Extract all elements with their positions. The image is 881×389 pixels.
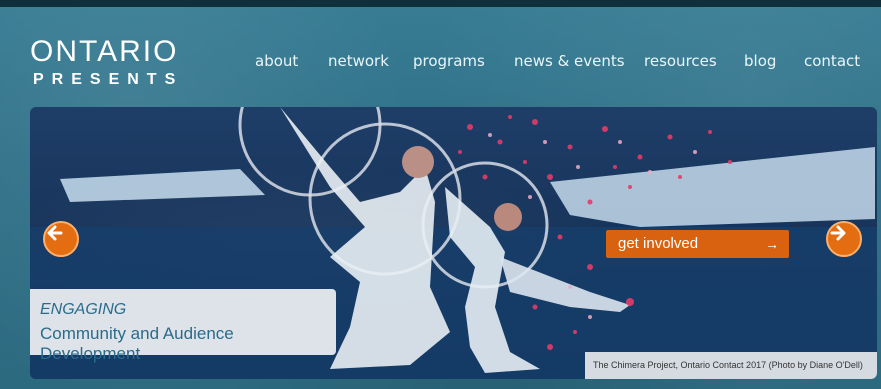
cta-arrow-icon: → xyxy=(765,236,779,252)
logo-wordmark-presents: PRESENTS xyxy=(33,71,184,88)
get-involved-button[interactable]: get involved → xyxy=(606,230,789,258)
main-navigation: about network programs news & events res… xyxy=(247,52,881,76)
caption-title[interactable]: Community and Audience Development xyxy=(40,324,326,364)
site-logo[interactable]: ONTARIO PRESENTS xyxy=(30,35,190,97)
caption-kicker: ENGAGING xyxy=(40,301,127,318)
logo-wordmark-ontario: ONTARIO xyxy=(30,35,179,68)
slider-prev-button[interactable] xyxy=(43,221,79,257)
photo-credit: The Chimera Project, Ontario Contact 201… xyxy=(585,352,877,379)
slider-next-button[interactable] xyxy=(826,221,862,257)
arrow-left-icon xyxy=(47,225,63,241)
top-bar xyxy=(0,0,881,7)
slide-caption: ENGAGING Community and Audience Developm… xyxy=(30,289,336,363)
nav-item-contact[interactable]: contact xyxy=(804,52,860,70)
nav-item-blog[interactable]: blog xyxy=(744,52,776,70)
nav-item-network[interactable]: network xyxy=(328,52,389,70)
nav-item-news-events[interactable]: news & events xyxy=(514,52,625,70)
hero-slider: get involved → ENGAGING Community and Au… xyxy=(30,107,877,379)
arrow-right-icon xyxy=(830,225,846,241)
nav-item-resources[interactable]: resources xyxy=(644,52,717,70)
get-involved-label: get involved xyxy=(618,235,699,252)
nav-item-about[interactable]: about xyxy=(255,52,298,70)
nav-item-programs[interactable]: programs xyxy=(413,52,485,70)
